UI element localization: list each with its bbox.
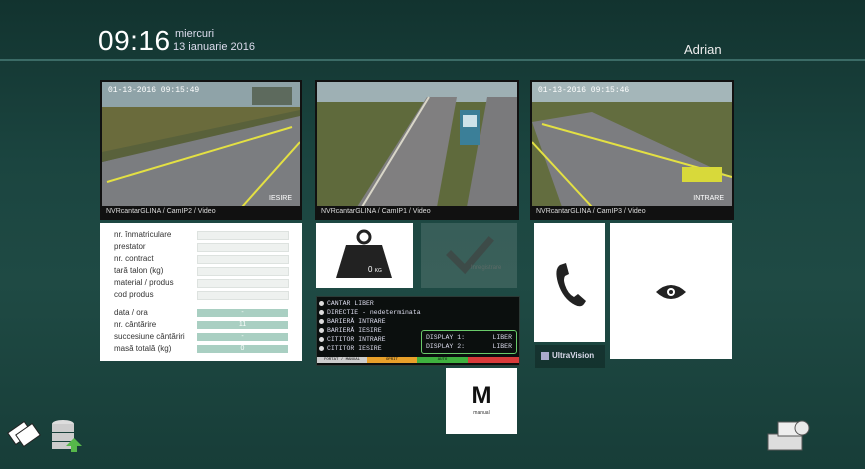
registration-input[interactable] xyxy=(197,231,289,240)
cards-icon[interactable] xyxy=(4,414,42,452)
status-line: CITITOR INTRARE xyxy=(327,336,386,343)
field-label: cod produs xyxy=(114,290,154,299)
weight-icon xyxy=(336,229,392,278)
status-line: CITITOR IESIRE xyxy=(327,345,382,352)
field-label: nr. contract xyxy=(114,254,154,263)
weight-tile[interactable]: 0 KG xyxy=(316,223,413,288)
camera-feed-1[interactable]: 01-13-2016 09:15:49 IESIRE NVRcantarGLIN… xyxy=(100,80,302,220)
date: 13 ianuarie 2016 xyxy=(173,41,255,53)
eye-icon xyxy=(656,285,686,299)
display-2-label: DISPLAY 2: xyxy=(426,343,466,350)
stat-value: - xyxy=(197,309,288,317)
display-1-value: LIBER xyxy=(492,334,512,341)
display-box: DISPLAY 1: LIBER DISPLAY 2: LIBER xyxy=(421,330,517,354)
status-line: BARIERĂ IESIRE xyxy=(327,327,382,334)
camera-feed-2[interactable]: NVRcantarGLINA / CamIP1 / Video xyxy=(315,80,519,220)
stat-label: nr. cântărire xyxy=(114,320,157,329)
brand-name: UltraVision xyxy=(552,351,595,360)
status-line: CANTAR LIBER xyxy=(327,300,374,307)
mode-segment xyxy=(468,357,519,363)
camera-timestamp: 01-13-2016 09:15:49 xyxy=(108,86,200,95)
camera-caption: NVRcantarGLINA / CamIP2 / Video xyxy=(102,206,300,218)
contract-input[interactable] xyxy=(197,255,289,264)
mode-segment: OPRIT xyxy=(367,357,417,363)
tare-input[interactable] xyxy=(197,267,289,276)
field-label: tară talon (kg) xyxy=(114,266,164,275)
status-dot xyxy=(319,318,324,324)
status-dot xyxy=(319,327,324,333)
status-panel: CANTAR LIBER DIRECTIE - nedeterminata BA… xyxy=(316,296,520,366)
camera-feed-3[interactable]: 01-13-2016 09:15:46 INTRARE NVRcantarGLI… xyxy=(530,80,734,220)
weight-value: 0 xyxy=(368,265,373,274)
confirm-button[interactable]: Inregistrare xyxy=(421,223,517,288)
manual-label: manual xyxy=(473,410,490,416)
mode-segment: AUTO xyxy=(417,357,468,363)
status-line: BARIERĂ INTRARE xyxy=(327,318,386,325)
product-code-input[interactable] xyxy=(197,291,289,300)
weighing-form: nr. înmatriculare prestator nr. contract… xyxy=(100,223,302,361)
stat-value: 11 xyxy=(197,321,288,329)
stat-label: succesiune cântăriri xyxy=(114,332,185,341)
database-upload-icon[interactable] xyxy=(50,416,84,452)
stat-value: 0 xyxy=(197,345,288,353)
brand-logo: UltraVision xyxy=(535,345,605,368)
camera-timestamp: 01-13-2016 09:15:46 xyxy=(538,86,630,95)
phone-button[interactable] xyxy=(534,223,605,342)
field-label: material / produs xyxy=(114,278,174,287)
confirm-label: Inregistrare xyxy=(471,265,502,271)
camera-label: IESIRE xyxy=(269,195,292,202)
view-button[interactable] xyxy=(610,223,732,359)
status-line: DIRECTIE - nedeterminata xyxy=(327,309,421,316)
field-label: nr. înmatriculare xyxy=(114,230,172,239)
mode-segment: FORTAT / MANUAL xyxy=(317,357,367,363)
field-label: prestator xyxy=(114,242,146,251)
manual-mode-button[interactable]: M manual xyxy=(446,368,517,434)
status-dot xyxy=(319,309,324,315)
top-bar: 09:16 miercuri 13 ianuarie 2016 Adrian xyxy=(0,0,865,62)
camera-label: INTRARE xyxy=(693,195,724,202)
material-input[interactable] xyxy=(197,279,289,288)
clock: 09:16 xyxy=(98,25,171,56)
stat-label: data / ora xyxy=(114,308,148,317)
display-2-value: LIBER xyxy=(492,343,512,350)
stat-value: - xyxy=(197,333,288,341)
header-divider xyxy=(0,59,865,61)
manual-letter: M xyxy=(471,382,492,409)
stat-label: masă totală (kg) xyxy=(114,344,172,353)
day-name: miercuri xyxy=(175,28,215,40)
camera-caption: NVRcantarGLINA / CamIP1 / Video xyxy=(317,206,517,218)
status-dot xyxy=(319,345,324,351)
printer-icon[interactable] xyxy=(764,412,810,456)
weight-unit: KG xyxy=(374,268,382,274)
check-icon xyxy=(446,236,494,275)
status-dot xyxy=(319,300,324,306)
camera-caption: NVRcantarGLINA / CamIP3 / Video xyxy=(532,206,732,218)
status-dot xyxy=(319,336,324,342)
phone-icon xyxy=(556,263,586,307)
user-name[interactable]: Adrian xyxy=(684,42,722,57)
display-1-label: DISPLAY 1: xyxy=(426,334,466,341)
provider-input[interactable] xyxy=(197,243,289,252)
